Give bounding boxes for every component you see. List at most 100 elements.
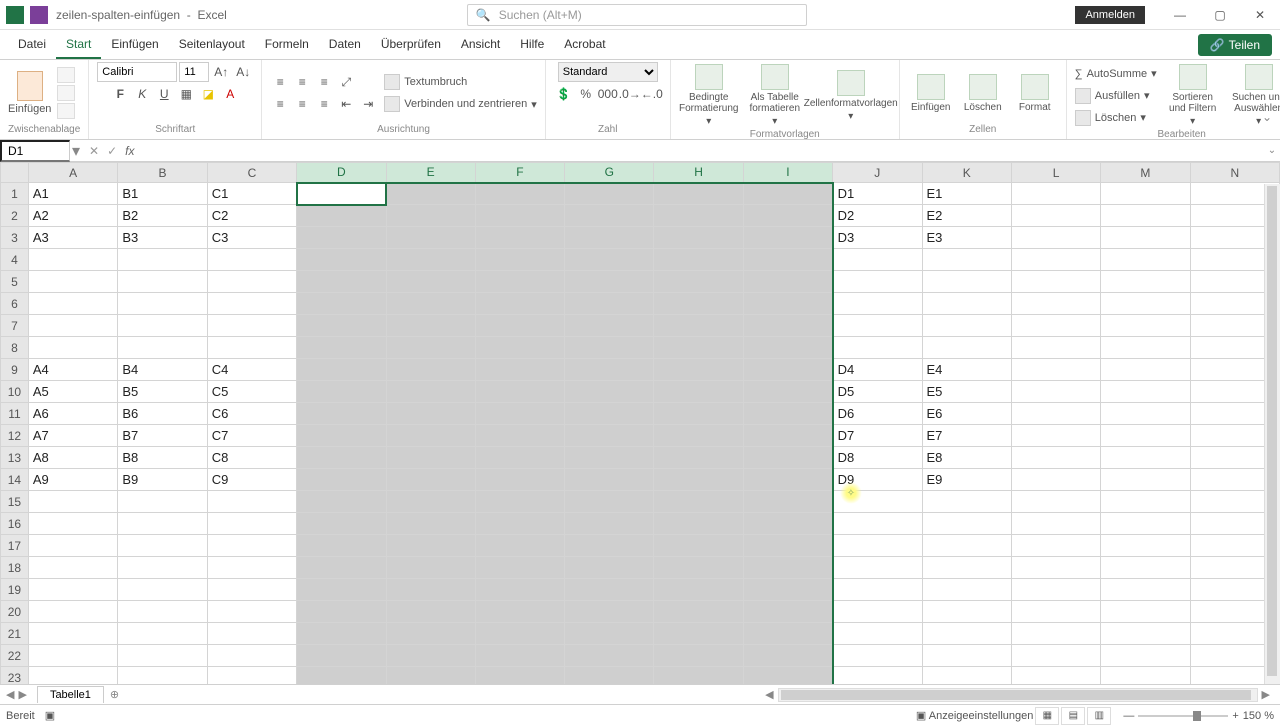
cell-I15[interactable]: [743, 491, 832, 513]
cell-B22[interactable]: [118, 645, 207, 667]
row-header-4[interactable]: 4: [1, 249, 29, 271]
cell-C13[interactable]: C8: [207, 447, 296, 469]
underline-button[interactable]: U: [154, 84, 174, 104]
row-header-6[interactable]: 6: [1, 293, 29, 315]
row-header-17[interactable]: 17: [1, 535, 29, 557]
cell-K18[interactable]: [922, 557, 1011, 579]
page-break-view-icon[interactable]: ▥: [1087, 707, 1111, 725]
cell-B1[interactable]: B1: [118, 183, 207, 205]
copy-icon[interactable]: [57, 85, 75, 101]
cell-H21[interactable]: [654, 623, 743, 645]
cell-M3[interactable]: [1101, 227, 1190, 249]
cell-L16[interactable]: [1011, 513, 1100, 535]
cell-D22[interactable]: [297, 645, 386, 667]
cell-H8[interactable]: [654, 337, 743, 359]
cell-I13[interactable]: [743, 447, 832, 469]
cell-B9[interactable]: B4: [118, 359, 207, 381]
cell-A22[interactable]: [28, 645, 117, 667]
cell-I16[interactable]: [743, 513, 832, 535]
decrease-decimal-icon[interactable]: ←.0: [642, 84, 662, 104]
row-header-5[interactable]: 5: [1, 271, 29, 293]
cell-K7[interactable]: [922, 315, 1011, 337]
tab-acrobat[interactable]: Acrobat: [554, 31, 615, 59]
cell-D9[interactable]: [297, 359, 386, 381]
add-sheet-button[interactable]: ⊕: [104, 686, 125, 703]
cell-F5[interactable]: [475, 271, 564, 293]
increase-decimal-icon[interactable]: .0→: [620, 84, 640, 104]
cell-H20[interactable]: [654, 601, 743, 623]
cell-F13[interactable]: [475, 447, 564, 469]
cell-K22[interactable]: [922, 645, 1011, 667]
percent-icon[interactable]: %: [576, 84, 596, 104]
cell-K16[interactable]: [922, 513, 1011, 535]
cell-K13[interactable]: E8: [922, 447, 1011, 469]
cell-M2[interactable]: [1101, 205, 1190, 227]
increase-font-icon[interactable]: A↑: [211, 62, 231, 82]
cell-D5[interactable]: [297, 271, 386, 293]
cell-A13[interactable]: A8: [28, 447, 117, 469]
cell-C8[interactable]: [207, 337, 296, 359]
cell-D19[interactable]: [297, 579, 386, 601]
cell-L11[interactable]: [1011, 403, 1100, 425]
cell-C14[interactable]: C9: [207, 469, 296, 491]
cell-J12[interactable]: D7: [833, 425, 922, 447]
column-header-M[interactable]: M: [1101, 163, 1190, 183]
cell-E12[interactable]: [386, 425, 475, 447]
conditional-formatting-button[interactable]: Bedingte Formatierung ▾: [679, 62, 739, 129]
cell-A16[interactable]: [28, 513, 117, 535]
cell-I4[interactable]: [743, 249, 832, 271]
cell-J17[interactable]: [833, 535, 922, 557]
cell-D1[interactable]: [297, 183, 386, 205]
cell-C11[interactable]: C6: [207, 403, 296, 425]
cell-E6[interactable]: [386, 293, 475, 315]
cell-E19[interactable]: [386, 579, 475, 601]
cell-M18[interactable]: [1101, 557, 1190, 579]
cell-H7[interactable]: [654, 315, 743, 337]
column-header-C[interactable]: C: [207, 163, 296, 183]
cell-B18[interactable]: [118, 557, 207, 579]
cell-H12[interactable]: [654, 425, 743, 447]
cell-H22[interactable]: [654, 645, 743, 667]
row-header-22[interactable]: 22: [1, 645, 29, 667]
cell-I18[interactable]: [743, 557, 832, 579]
cell-H18[interactable]: [654, 557, 743, 579]
cell-M13[interactable]: [1101, 447, 1190, 469]
cell-B23[interactable]: [118, 667, 207, 685]
cell-D10[interactable]: [297, 381, 386, 403]
cell-E18[interactable]: [386, 557, 475, 579]
cell-M16[interactable]: [1101, 513, 1190, 535]
cell-G10[interactable]: [565, 381, 654, 403]
paste-button[interactable]: Einfügen: [8, 71, 51, 115]
column-header-H[interactable]: H: [654, 163, 743, 183]
cell-J8[interactable]: [833, 337, 922, 359]
collapse-ribbon-icon[interactable]: ⌄: [1262, 110, 1272, 124]
row-header-21[interactable]: 21: [1, 623, 29, 645]
cell-J10[interactable]: D5: [833, 381, 922, 403]
sort-filter-button[interactable]: Sortieren und Filtern ▾: [1163, 62, 1223, 129]
cell-F4[interactable]: [475, 249, 564, 271]
cell-I11[interactable]: [743, 403, 832, 425]
cell-K4[interactable]: [922, 249, 1011, 271]
cell-G18[interactable]: [565, 557, 654, 579]
cell-J13[interactable]: D8: [833, 447, 922, 469]
cell-J6[interactable]: [833, 293, 922, 315]
cell-G13[interactable]: [565, 447, 654, 469]
cell-B2[interactable]: B2: [118, 205, 207, 227]
cell-J11[interactable]: D6: [833, 403, 922, 425]
tab-seitenlayout[interactable]: Seitenlayout: [169, 31, 255, 59]
cell-C5[interactable]: [207, 271, 296, 293]
cell-L21[interactable]: [1011, 623, 1100, 645]
cell-L14[interactable]: [1011, 469, 1100, 491]
align-right-icon[interactable]: ≡: [314, 94, 334, 114]
cell-A6[interactable]: [28, 293, 117, 315]
cell-B8[interactable]: [118, 337, 207, 359]
cell-J7[interactable]: [833, 315, 922, 337]
column-header-I[interactable]: I: [743, 163, 832, 183]
cell-E5[interactable]: [386, 271, 475, 293]
cell-M19[interactable]: [1101, 579, 1190, 601]
minimize-button[interactable]: —: [1160, 0, 1200, 30]
cell-M5[interactable]: [1101, 271, 1190, 293]
cell-B12[interactable]: B7: [118, 425, 207, 447]
cell-B19[interactable]: [118, 579, 207, 601]
row-header-3[interactable]: 3: [1, 227, 29, 249]
